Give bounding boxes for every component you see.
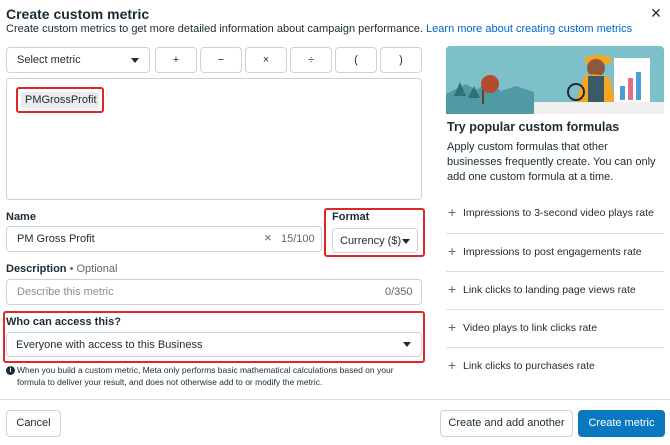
dialog-subtitle: Create custom metrics to get more detail…: [6, 23, 632, 35]
description-label: Description • Optional: [6, 263, 117, 275]
info-icon: i: [6, 366, 15, 375]
format-dropdown[interactable]: Currency ($): [332, 228, 418, 253]
popular-formulas-description: Apply custom formulas that other busines…: [447, 141, 656, 183]
format-value: Currency ($): [340, 235, 402, 247]
name-label: Name: [6, 211, 36, 223]
formula-option[interactable]: + Link clicks to landing page views rate: [446, 271, 664, 309]
chevron-down-icon: [131, 58, 139, 63]
format-label: Format: [332, 211, 370, 223]
formula-option-label: Video plays to link clicks rate: [463, 322, 598, 334]
plus-icon: +: [448, 204, 457, 220]
plus-icon: +: [448, 281, 457, 297]
metric-chip[interactable]: PMGrossProfit: [21, 92, 99, 108]
formula-option[interactable]: + Video plays to link clicks rate: [446, 309, 664, 347]
footer-divider: [0, 399, 670, 400]
description-label-text: Description: [6, 263, 67, 275]
optional-tag: • Optional: [69, 263, 118, 275]
formula-option[interactable]: + Impressions to 3-second video plays ra…: [446, 195, 664, 233]
select-metric-dropdown[interactable]: Select metric: [6, 47, 150, 73]
select-metric-label: Select metric: [17, 54, 81, 66]
subtitle-text: Create custom metrics to get more detail…: [6, 23, 423, 35]
plus-icon: +: [448, 319, 457, 335]
formula-option[interactable]: + Impressions to post engagements rate: [446, 233, 664, 271]
name-char-counter: 15/100: [281, 233, 315, 245]
name-input[interactable]: PM Gross Profit: [6, 226, 322, 252]
chevron-down-icon: [402, 239, 410, 244]
operator-open-paren-button[interactable]: (: [335, 47, 377, 73]
cancel-button[interactable]: Cancel: [6, 410, 61, 437]
popular-formulas-title: Try popular custom formulas: [447, 120, 620, 134]
chevron-down-icon: [403, 342, 411, 347]
formula-option[interactable]: + Link clicks to purchases rate: [446, 347, 664, 385]
access-label: Who can access this?: [6, 316, 121, 328]
close-icon[interactable]: ×: [646, 3, 666, 23]
operator-minus-button[interactable]: −: [200, 47, 242, 73]
formula-option-label: Impressions to 3-second video plays rate: [463, 207, 654, 219]
dialog-title: Create custom metric: [6, 6, 150, 22]
formula-editor[interactable]: PMGrossProfit: [6, 78, 422, 200]
create-metric-button[interactable]: Create metric: [578, 410, 665, 437]
custom-formula-illustration: [446, 46, 664, 114]
access-dropdown[interactable]: Everyone with access to this Business: [6, 332, 422, 357]
description-char-counter: 0/350: [385, 286, 413, 298]
plus-icon: +: [448, 243, 457, 259]
access-value: Everyone with access to this Business: [16, 339, 203, 351]
formula-option-label: Link clicks to landing page views rate: [463, 284, 636, 296]
operator-plus-button[interactable]: +: [155, 47, 197, 73]
clear-icon[interactable]: ×: [264, 231, 272, 245]
info-note: When you build a custom metric, Meta onl…: [17, 365, 394, 387]
formula-option-label: Impressions to post engagements rate: [463, 246, 642, 258]
create-and-add-another-button[interactable]: Create and add another: [440, 410, 573, 437]
operator-multiply-button[interactable]: ×: [245, 47, 287, 73]
metric-chip-highlight[interactable]: PMGrossProfit: [16, 87, 104, 113]
plus-icon: +: [448, 357, 457, 373]
operator-divide-button[interactable]: ÷: [290, 47, 332, 73]
operator-close-paren-button[interactable]: ): [380, 47, 422, 73]
popular-formulas-list: + Impressions to 3-second video plays ra…: [446, 195, 664, 385]
learn-more-link[interactable]: Learn more about creating custom metrics: [426, 23, 632, 35]
description-input[interactable]: Describe this metric: [6, 279, 422, 305]
formula-option-label: Link clicks to purchases rate: [463, 360, 595, 372]
